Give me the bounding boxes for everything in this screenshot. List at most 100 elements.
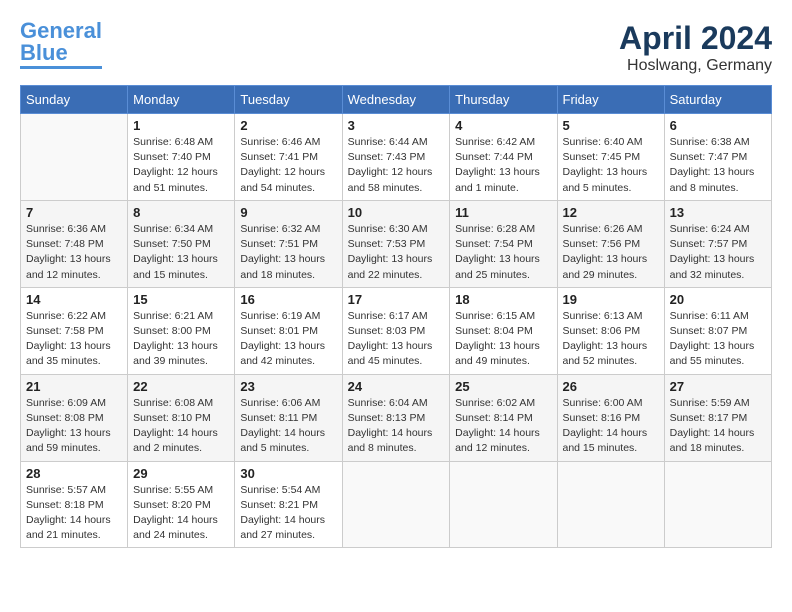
day-number: 29 <box>133 466 229 481</box>
day-number: 21 <box>26 379 122 394</box>
calendar-week-row: 1 Sunrise: 6:48 AMSunset: 7:40 PMDaylight… <box>21 114 772 201</box>
day-detail: Sunrise: 6:46 AMSunset: 7:41 PMDaylight:… <box>240 135 336 196</box>
logo-text: General Blue <box>20 20 102 64</box>
day-number: 2 <box>240 118 336 133</box>
weekday-header-saturday: Saturday <box>664 86 771 114</box>
calendar-cell: 7 Sunrise: 6:36 AMSunset: 7:48 PMDaylight… <box>21 200 128 287</box>
calendar-cell: 26 Sunrise: 6:00 AMSunset: 8:16 PMDayligh… <box>557 374 664 461</box>
day-detail: Sunrise: 6:32 AMSunset: 7:51 PMDaylight:… <box>240 222 336 283</box>
calendar-cell: 11Sunrise: 6:28 AMSunset: 7:54 PMDayligh… <box>450 200 557 287</box>
day-detail: Sunrise: 6:11 AMSunset: 8:07 PMDaylight:… <box>670 309 766 370</box>
day-number: 5 <box>563 118 659 133</box>
day-number: 18 <box>455 292 551 307</box>
day-number: 4 <box>455 118 551 133</box>
calendar-cell: 12 Sunrise: 6:26 AMSunset: 7:56 PMDayligh… <box>557 200 664 287</box>
day-detail: Sunrise: 6:09 AMSunset: 8:08 PMDaylight:… <box>26 396 122 457</box>
calendar-cell: 2 Sunrise: 6:46 AMSunset: 7:41 PMDaylight… <box>235 114 342 201</box>
calendar-week-row: 21 Sunrise: 6:09 AMSunset: 8:08 PMDayligh… <box>21 374 772 461</box>
month-title: April 2024 <box>619 20 772 57</box>
weekday-header-row: SundayMondayTuesdayWednesdayThursdayFrid… <box>21 86 772 114</box>
calendar-cell: 8 Sunrise: 6:34 AMSunset: 7:50 PMDaylight… <box>128 200 235 287</box>
calendar-week-row: 28 Sunrise: 5:57 AMSunset: 8:18 PMDayligh… <box>21 461 772 548</box>
calendar-cell: 6 Sunrise: 6:38 AMSunset: 7:47 PMDaylight… <box>664 114 771 201</box>
day-number: 1 <box>133 118 229 133</box>
day-number: 14 <box>26 292 122 307</box>
calendar-cell: 22 Sunrise: 6:08 AMSunset: 8:10 PMDayligh… <box>128 374 235 461</box>
day-detail: Sunrise: 6:15 AMSunset: 8:04 PMDaylight:… <box>455 309 551 370</box>
day-number: 25 <box>455 379 551 394</box>
location-text: Hoslwang, Germany <box>619 57 772 75</box>
day-detail: Sunrise: 6:40 AMSunset: 7:45 PMDaylight:… <box>563 135 659 196</box>
calendar-cell: 30Sunrise: 5:54 AMSunset: 8:21 PMDayligh… <box>235 461 342 548</box>
calendar-cell: 5 Sunrise: 6:40 AMSunset: 7:45 PMDaylight… <box>557 114 664 201</box>
day-number: 13 <box>670 205 766 220</box>
day-detail: Sunrise: 6:00 AMSunset: 8:16 PMDaylight:… <box>563 396 659 457</box>
day-number: 27 <box>670 379 766 394</box>
day-detail: Sunrise: 6:24 AMSunset: 7:57 PMDaylight:… <box>670 222 766 283</box>
calendar-cell: 10Sunrise: 6:30 AMSunset: 7:53 PMDayligh… <box>342 200 450 287</box>
calendar-cell: 3Sunrise: 6:44 AMSunset: 7:43 PMDaylight… <box>342 114 450 201</box>
day-detail: Sunrise: 6:08 AMSunset: 8:10 PMDaylight:… <box>133 396 229 457</box>
day-detail: Sunrise: 6:38 AMSunset: 7:47 PMDaylight:… <box>670 135 766 196</box>
calendar-cell: 15 Sunrise: 6:21 AMSunset: 8:00 PMDayligh… <box>128 287 235 374</box>
day-number: 26 <box>563 379 659 394</box>
weekday-header-tuesday: Tuesday <box>235 86 342 114</box>
day-number: 12 <box>563 205 659 220</box>
calendar-cell: 23 Sunrise: 6:06 AMSunset: 8:11 PMDayligh… <box>235 374 342 461</box>
logo: General Blue <box>20 20 102 69</box>
calendar-cell: 13 Sunrise: 6:24 AMSunset: 7:57 PMDayligh… <box>664 200 771 287</box>
calendar-cell <box>21 114 128 201</box>
calendar-cell <box>664 461 771 548</box>
day-detail: Sunrise: 6:04 AMSunset: 8:13 PMDaylight:… <box>348 396 445 457</box>
day-detail: Sunrise: 5:57 AMSunset: 8:18 PMDaylight:… <box>26 483 122 544</box>
weekday-header-friday: Friday <box>557 86 664 114</box>
calendar-cell: 16Sunrise: 6:19 AMSunset: 8:01 PMDayligh… <box>235 287 342 374</box>
day-number: 23 <box>240 379 336 394</box>
day-number: 22 <box>133 379 229 394</box>
day-number: 28 <box>26 466 122 481</box>
day-detail: Sunrise: 6:44 AMSunset: 7:43 PMDaylight:… <box>348 135 445 196</box>
calendar-cell <box>557 461 664 548</box>
logo-underline <box>20 66 102 69</box>
calendar-cell: 17 Sunrise: 6:17 AMSunset: 8:03 PMDayligh… <box>342 287 450 374</box>
calendar-cell: 21 Sunrise: 6:09 AMSunset: 8:08 PMDayligh… <box>21 374 128 461</box>
page-header: General Blue April 2024 Hoslwang, German… <box>20 20 772 75</box>
day-number: 8 <box>133 205 229 220</box>
day-number: 11 <box>455 205 551 220</box>
weekday-header-sunday: Sunday <box>21 86 128 114</box>
day-detail: Sunrise: 6:13 AMSunset: 8:06 PMDaylight:… <box>563 309 659 370</box>
day-number: 15 <box>133 292 229 307</box>
day-number: 20 <box>670 292 766 307</box>
day-detail: Sunrise: 6:22 AMSunset: 7:58 PMDaylight:… <box>26 309 122 370</box>
calendar-cell: 27Sunrise: 5:59 AMSunset: 8:17 PMDayligh… <box>664 374 771 461</box>
calendar-week-row: 14 Sunrise: 6:22 AMSunset: 7:58 PMDayligh… <box>21 287 772 374</box>
calendar-week-row: 7 Sunrise: 6:36 AMSunset: 7:48 PMDaylight… <box>21 200 772 287</box>
day-number: 10 <box>348 205 445 220</box>
calendar-cell: 4Sunrise: 6:42 AMSunset: 7:44 PMDaylight… <box>450 114 557 201</box>
calendar-cell: 1 Sunrise: 6:48 AMSunset: 7:40 PMDaylight… <box>128 114 235 201</box>
day-number: 7 <box>26 205 122 220</box>
calendar-cell: 28 Sunrise: 5:57 AMSunset: 8:18 PMDayligh… <box>21 461 128 548</box>
day-detail: Sunrise: 6:21 AMSunset: 8:00 PMDaylight:… <box>133 309 229 370</box>
day-detail: Sunrise: 6:34 AMSunset: 7:50 PMDaylight:… <box>133 222 229 283</box>
day-number: 30 <box>240 466 336 481</box>
weekday-header-wednesday: Wednesday <box>342 86 450 114</box>
day-detail: Sunrise: 6:02 AMSunset: 8:14 PMDaylight:… <box>455 396 551 457</box>
day-number: 17 <box>348 292 445 307</box>
calendar-cell: 24 Sunrise: 6:04 AMSunset: 8:13 PMDayligh… <box>342 374 450 461</box>
weekday-header-monday: Monday <box>128 86 235 114</box>
calendar-cell: 18 Sunrise: 6:15 AMSunset: 8:04 PMDayligh… <box>450 287 557 374</box>
day-detail: Sunrise: 6:06 AMSunset: 8:11 PMDaylight:… <box>240 396 336 457</box>
calendar-cell: 20 Sunrise: 6:11 AMSunset: 8:07 PMDayligh… <box>664 287 771 374</box>
day-number: 24 <box>348 379 445 394</box>
day-number: 6 <box>670 118 766 133</box>
calendar-cell: 19 Sunrise: 6:13 AMSunset: 8:06 PMDayligh… <box>557 287 664 374</box>
calendar-cell: 25 Sunrise: 6:02 AMSunset: 8:14 PMDayligh… <box>450 374 557 461</box>
day-number: 19 <box>563 292 659 307</box>
day-detail: Sunrise: 6:26 AMSunset: 7:56 PMDaylight:… <box>563 222 659 283</box>
calendar-cell: 9Sunrise: 6:32 AMSunset: 7:51 PMDaylight… <box>235 200 342 287</box>
day-detail: Sunrise: 6:48 AMSunset: 7:40 PMDaylight:… <box>133 135 229 196</box>
day-detail: Sunrise: 6:36 AMSunset: 7:48 PMDaylight:… <box>26 222 122 283</box>
calendar-cell <box>450 461 557 548</box>
day-detail: Sunrise: 6:17 AMSunset: 8:03 PMDaylight:… <box>348 309 445 370</box>
